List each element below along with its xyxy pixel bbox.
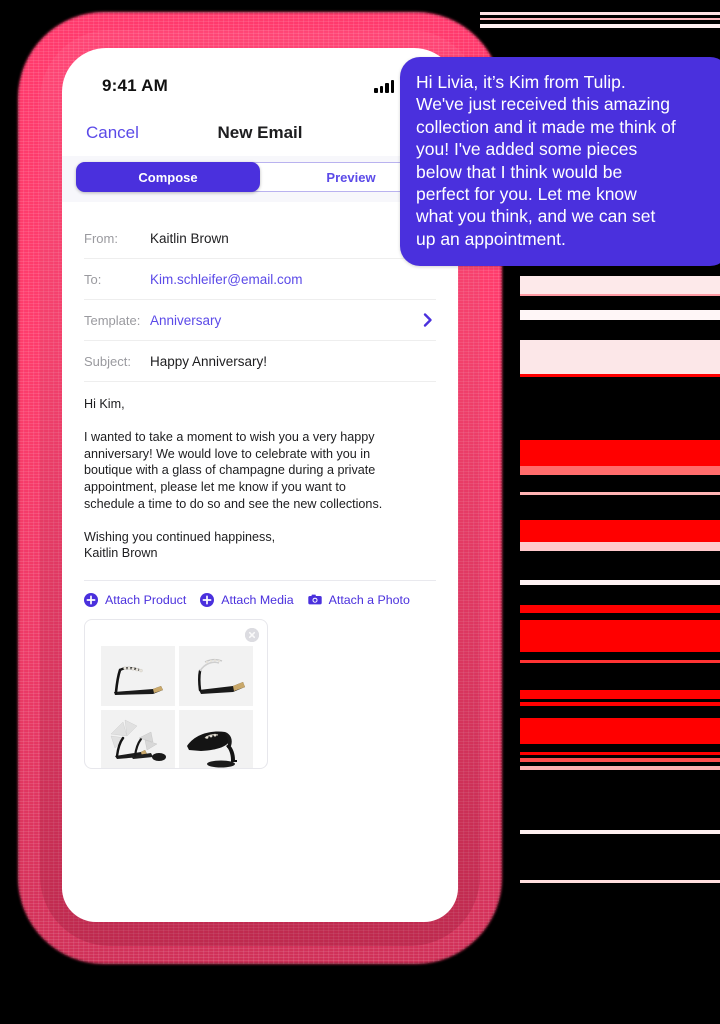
field-row-template[interactable]: Template: Anniversary bbox=[84, 300, 436, 341]
plus-circle-icon bbox=[200, 593, 215, 608]
chevron-right-icon[interactable] bbox=[420, 312, 436, 328]
decor-band bbox=[520, 580, 720, 585]
product-image-grid bbox=[101, 646, 253, 769]
decor-band bbox=[520, 374, 720, 377]
email-form: From: Kaitlin Brown To: Kim.schleifer@em… bbox=[62, 202, 458, 382]
email-body-text[interactable]: Hi Kim, I wanted to take a moment to wis… bbox=[62, 382, 458, 572]
field-row-to: To: Kim.schleifer@email.com bbox=[84, 259, 436, 300]
to-label: To: bbox=[84, 271, 102, 287]
to-field[interactable]: Kim.schleifer@email.com bbox=[150, 272, 436, 287]
navigation-bar: Cancel New Email bbox=[62, 110, 458, 156]
decor-band bbox=[520, 660, 720, 663]
status-bar-time: 9:41 AM bbox=[102, 76, 168, 95]
attach-product-button[interactable]: Attach Product bbox=[84, 593, 187, 608]
decor-band bbox=[520, 718, 720, 744]
attach-photo-label: Attach a Photo bbox=[328, 593, 410, 608]
from-field[interactable]: Kaitlin Brown bbox=[150, 231, 436, 246]
product-image-2[interactable] bbox=[179, 646, 253, 707]
chat-message-bubble: Hi Livia, it’s Kim from Tulip. We've jus… bbox=[400, 57, 720, 267]
decor-band bbox=[520, 340, 720, 374]
decor-band bbox=[520, 492, 720, 495]
attach-media-label: Attach Media bbox=[221, 593, 294, 608]
template-label: Template: bbox=[84, 312, 141, 328]
decor-band bbox=[520, 276, 720, 294]
field-row-from: From: Kaitlin Brown bbox=[84, 218, 436, 259]
attach-product-label: Attach Product bbox=[105, 593, 187, 608]
decor-band bbox=[480, 18, 720, 20]
decor-band bbox=[520, 466, 720, 475]
decor-band bbox=[520, 620, 720, 652]
tab-compose[interactable]: Compose bbox=[76, 162, 260, 192]
template-field[interactable]: Anniversary bbox=[150, 313, 420, 328]
cellular-signal-icon bbox=[374, 80, 394, 93]
field-row-subject: Subject: Happy Anniversary! bbox=[84, 341, 436, 382]
decor-band bbox=[520, 766, 720, 770]
phone-screen: 9:41 AM Cancel New Email Compose Preview bbox=[62, 48, 458, 922]
decor-band bbox=[520, 440, 720, 466]
decor-band bbox=[520, 830, 720, 834]
screenshot-stage: 9:41 AM Cancel New Email Compose Preview bbox=[0, 0, 720, 1024]
product-image-3[interactable] bbox=[101, 710, 175, 769]
decor-band bbox=[520, 520, 720, 542]
close-circle-icon[interactable] bbox=[245, 628, 259, 643]
decor-band bbox=[520, 294, 720, 296]
decor-band bbox=[520, 605, 720, 613]
decor-band bbox=[520, 542, 720, 551]
subject-label: Subject: bbox=[84, 353, 131, 369]
cancel-button[interactable]: Cancel bbox=[86, 123, 139, 143]
product-image-4[interactable] bbox=[179, 710, 253, 769]
attach-photo-button[interactable]: Attach a Photo bbox=[307, 593, 410, 608]
status-bar: 9:41 AM bbox=[62, 48, 458, 110]
decor-band bbox=[520, 690, 720, 699]
product-attachment-card[interactable] bbox=[84, 619, 268, 770]
tab-bar: Compose Preview bbox=[62, 156, 458, 202]
decor-band bbox=[520, 758, 720, 762]
decor-band bbox=[480, 24, 720, 28]
camera-icon bbox=[307, 594, 322, 605]
attach-actions-row: Attach Product Attach Media Attach a Pho… bbox=[62, 581, 458, 613]
decor-band bbox=[480, 12, 720, 15]
decor-band bbox=[520, 752, 720, 755]
product-image-1[interactable] bbox=[101, 646, 175, 707]
from-label: From: bbox=[84, 230, 118, 246]
decor-band bbox=[520, 880, 720, 883]
segmented-control: Compose Preview bbox=[76, 162, 444, 192]
decor-band bbox=[520, 702, 720, 706]
decor-band bbox=[520, 310, 720, 320]
plus-circle-icon bbox=[84, 593, 98, 608]
attach-media-button[interactable]: Attach Media bbox=[200, 593, 294, 608]
subject-field[interactable]: Happy Anniversary! bbox=[150, 354, 436, 369]
